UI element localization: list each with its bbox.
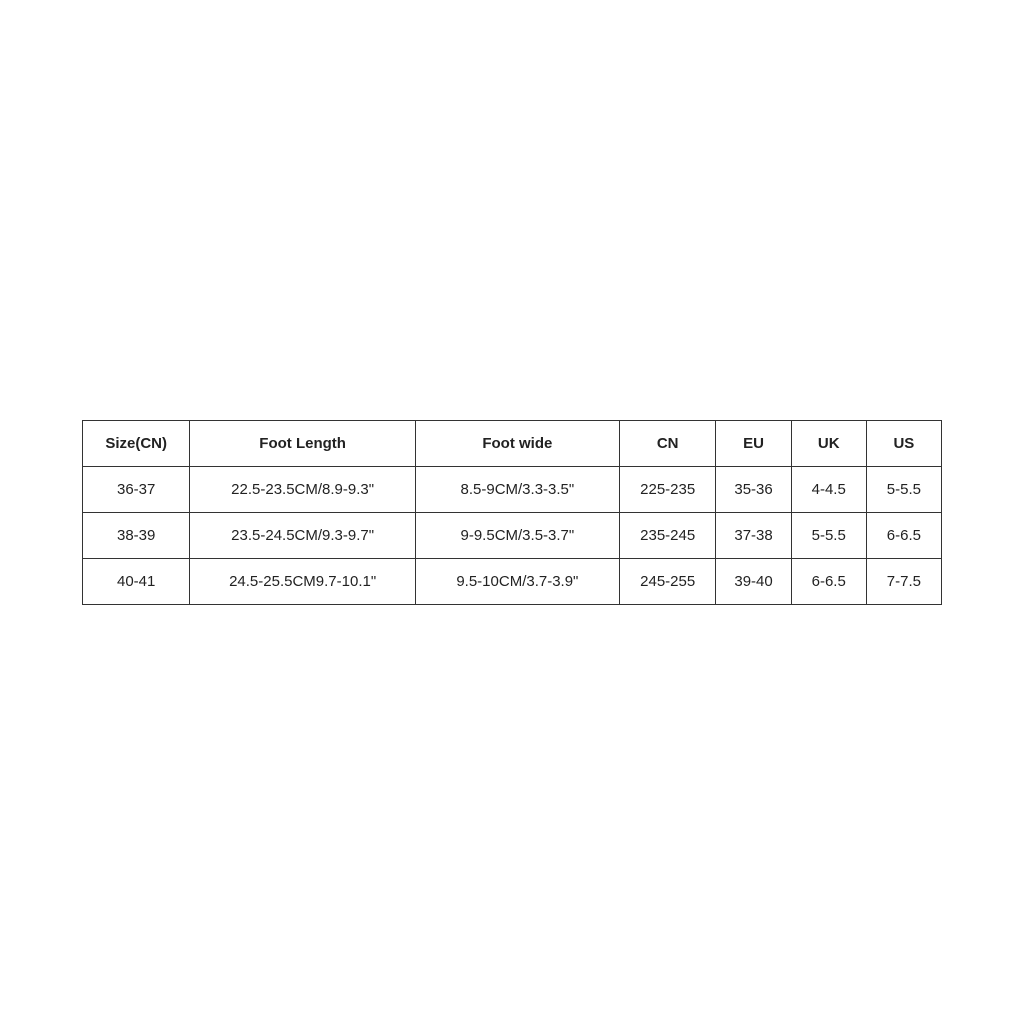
header-uk: UK xyxy=(791,420,866,466)
header-us: US xyxy=(866,420,941,466)
cell-size-cn: 40-41 xyxy=(83,558,190,604)
cell-foot-wide: 9-9.5CM/3.5-3.7" xyxy=(415,512,619,558)
table-row: 40-4124.5-25.5CM9.7-10.1"9.5-10CM/3.7-3.… xyxy=(83,558,942,604)
cell-us: 5-5.5 xyxy=(866,466,941,512)
cell-cn: 235-245 xyxy=(619,512,716,558)
cell-foot-length: 22.5-23.5CM/8.9-9.3" xyxy=(190,466,415,512)
cell-size-cn: 36-37 xyxy=(83,466,190,512)
cell-us: 6-6.5 xyxy=(866,512,941,558)
header-foot-length: Foot Length xyxy=(190,420,415,466)
cell-eu: 35-36 xyxy=(716,466,791,512)
header-cn: CN xyxy=(619,420,716,466)
table-row: 36-3722.5-23.5CM/8.9-9.3"8.5-9CM/3.3-3.5… xyxy=(83,466,942,512)
size-chart-table: Size(CN) Foot Length Foot wide CN EU UK … xyxy=(82,420,942,605)
cell-uk: 6-6.5 xyxy=(791,558,866,604)
cell-foot-wide: 8.5-9CM/3.3-3.5" xyxy=(415,466,619,512)
table-row: 38-3923.5-24.5CM/9.3-9.7"9-9.5CM/3.5-3.7… xyxy=(83,512,942,558)
cell-foot-length: 24.5-25.5CM9.7-10.1" xyxy=(190,558,415,604)
size-chart-container: Size(CN) Foot Length Foot wide CN EU UK … xyxy=(82,420,942,605)
cell-cn: 225-235 xyxy=(619,466,716,512)
cell-us: 7-7.5 xyxy=(866,558,941,604)
header-size-cn: Size(CN) xyxy=(83,420,190,466)
table-header-row: Size(CN) Foot Length Foot wide CN EU UK … xyxy=(83,420,942,466)
cell-foot-length: 23.5-24.5CM/9.3-9.7" xyxy=(190,512,415,558)
cell-size-cn: 38-39 xyxy=(83,512,190,558)
header-foot-wide: Foot wide xyxy=(415,420,619,466)
cell-uk: 4-4.5 xyxy=(791,466,866,512)
cell-eu: 39-40 xyxy=(716,558,791,604)
cell-foot-wide: 9.5-10CM/3.7-3.9" xyxy=(415,558,619,604)
header-eu: EU xyxy=(716,420,791,466)
cell-eu: 37-38 xyxy=(716,512,791,558)
cell-cn: 245-255 xyxy=(619,558,716,604)
cell-uk: 5-5.5 xyxy=(791,512,866,558)
